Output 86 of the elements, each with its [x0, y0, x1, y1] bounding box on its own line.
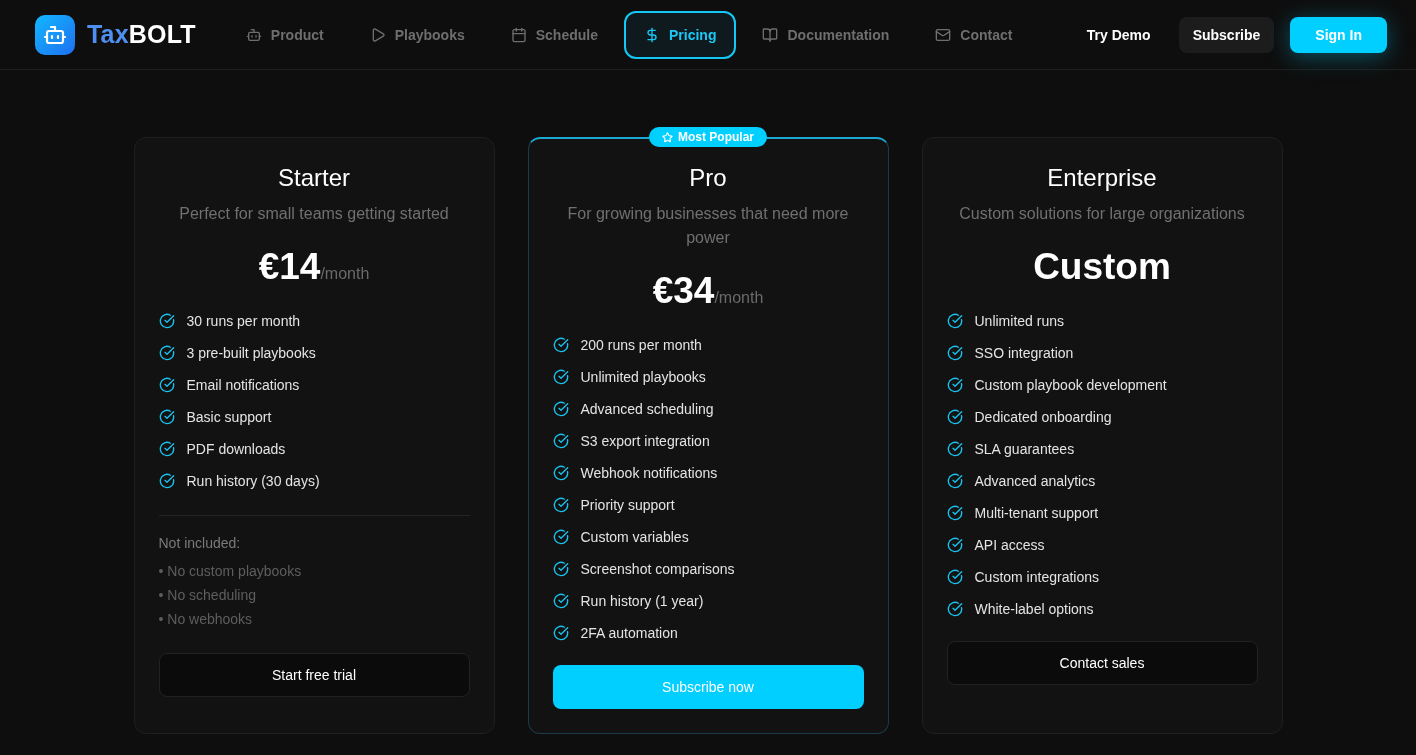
nav-tab[interactable]: Product: [225, 10, 344, 59]
check-circle-icon: [552, 433, 569, 449]
check-circle-icon: [946, 569, 963, 585]
feature-text: Webhook notifications: [580, 465, 718, 481]
plan-cta-button[interactable]: Start free trial: [158, 653, 470, 697]
nav-tab[interactable]: Pricing: [624, 10, 737, 59]
plan-name: Enterprise: [1046, 163, 1158, 193]
feature-text: Unlimited runs: [974, 313, 1064, 329]
plan-description: For growing businesses that need more power: [566, 204, 850, 248]
star-icon: [662, 131, 673, 143]
check-circle-icon: [158, 441, 175, 457]
check-circle-icon: [552, 529, 569, 545]
price-amount: €14: [258, 247, 321, 287]
check-circle-icon: [946, 441, 963, 457]
feature-text: Run history (1 year): [580, 593, 704, 609]
plan-name: Pro: [688, 163, 728, 193]
feature-text: 30 runs per month: [186, 313, 301, 329]
check-circle-icon: [946, 377, 963, 393]
feature-text: 3 pre-built playbooks: [186, 345, 316, 361]
mail-icon: [935, 26, 952, 43]
feature-text: API access: [974, 537, 1045, 553]
feature-text: Run history (30 days): [186, 473, 320, 489]
check-circle-icon: [158, 313, 175, 329]
feature-text: Unlimited playbooks: [580, 369, 706, 385]
not-included-heading: Not included:: [158, 534, 242, 553]
check-circle-icon: [552, 497, 569, 513]
plan-name: Starter: [277, 163, 351, 193]
feature-text: Custom variables: [580, 529, 689, 545]
feature-text: Advanced analytics: [974, 473, 1096, 489]
check-circle-icon: [552, 593, 569, 609]
nav-tab[interactable]: Documentation: [742, 10, 910, 59]
check-circle-icon: [552, 465, 569, 481]
robot-icon: [245, 26, 262, 43]
text-link-button[interactable]: Try Demo: [1072, 16, 1165, 53]
feature-text: White-label options: [974, 601, 1094, 617]
plan-description: Custom solutions for large organizations: [958, 204, 1246, 224]
check-circle-icon: [946, 473, 963, 489]
feature-text: Advanced scheduling: [580, 401, 714, 417]
feature-text: SSO integration: [974, 345, 1074, 361]
check-circle-icon: [946, 409, 963, 425]
check-circle-icon: [158, 377, 175, 393]
check-circle-icon: [946, 505, 963, 521]
feature-text: Priority support: [580, 497, 675, 513]
check-circle-icon: [552, 369, 569, 385]
check-circle-icon: [158, 345, 175, 361]
check-circle-icon: [552, 401, 569, 417]
excluded-feature-text: • No webhooks: [158, 610, 254, 629]
check-circle-icon: [946, 345, 963, 361]
feature-text: Custom integrations: [974, 569, 1099, 585]
check-circle-icon: [552, 625, 569, 641]
feature-text: S3 export integration: [580, 433, 710, 449]
calendar-icon: [510, 26, 527, 43]
check-circle-icon: [552, 337, 569, 353]
price-period: /month: [714, 289, 764, 307]
header-button[interactable]: Subscribe: [1178, 16, 1275, 53]
check-circle-icon: [552, 561, 569, 577]
brand-name: TaxBOLT: [87, 20, 196, 49]
feature-text: Custom playbook development: [974, 377, 1167, 393]
nav-tab[interactable]: Contact: [915, 10, 1033, 59]
popular-badge: Most Popular: [649, 127, 767, 147]
nav-tab[interactable]: Schedule: [490, 10, 618, 59]
plan-cta-button[interactable]: Contact sales: [946, 641, 1258, 685]
excluded-feature-text: • No scheduling: [158, 586, 257, 605]
feature-text: SLA guarantees: [974, 441, 1075, 457]
price-amount: Custom: [1033, 247, 1171, 287]
feature-text: Screenshot comparisons: [580, 561, 735, 577]
price-period: /month: [320, 265, 370, 283]
check-circle-icon: [946, 601, 963, 617]
nav-tab[interactable]: Playbooks: [349, 10, 485, 59]
check-circle-icon: [158, 473, 175, 489]
check-circle-icon: [946, 537, 963, 553]
excluded-feature-text: • No custom playbooks: [158, 562, 303, 581]
check-circle-icon: [158, 409, 175, 425]
price-amount: €34: [652, 271, 715, 311]
check-circle-icon: [946, 313, 963, 329]
feature-text: Multi-tenant support: [974, 505, 1099, 521]
robot-logo-icon: [35, 14, 75, 55]
feature-text: PDF downloads: [186, 441, 286, 457]
plan-description: Perfect for small teams getting started: [178, 204, 450, 224]
dollar-icon: [644, 26, 660, 43]
book-icon: [762, 26, 779, 43]
feature-text: Basic support: [186, 409, 272, 425]
feature-text: 200 runs per month: [580, 337, 702, 353]
feature-text: Dedicated onboarding: [974, 409, 1112, 425]
feature-text: Email notifications: [186, 377, 300, 393]
feature-text: 2FA automation: [580, 625, 678, 641]
